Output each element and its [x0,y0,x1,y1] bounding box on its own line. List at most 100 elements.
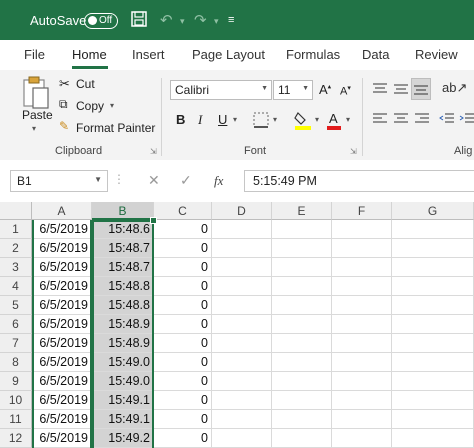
cell-d4[interactable] [212,277,272,296]
redo-dropdown-icon[interactable]: ▾ [214,16,219,27]
cell-f1[interactable] [332,220,392,239]
bold-button[interactable]: B [176,112,185,127]
row-header[interactable]: 1 [0,220,32,239]
cell-b12[interactable]: 15:49.2 [92,429,154,448]
copy-icon[interactable]: ⧉ [59,97,68,112]
select-all-button[interactable] [0,202,32,220]
row-header[interactable]: 10 [0,391,32,410]
cell-a3[interactable]: 6/5/2019 [32,258,92,277]
column-header-b[interactable]: B [92,202,154,220]
cell-b7[interactable]: 15:48.9 [92,334,154,353]
align-left-icon[interactable] [372,112,388,126]
cell-b2[interactable]: 15:48.7 [92,239,154,258]
column-header-a[interactable]: A [32,202,92,220]
cell-f11[interactable] [332,410,392,429]
cell-a7[interactable]: 6/5/2019 [32,334,92,353]
cell-c7[interactable]: 0 [154,334,212,353]
cell-e5[interactable] [272,296,332,315]
cell-a9[interactable]: 6/5/2019 [32,372,92,391]
cell-g7[interactable] [392,334,474,353]
tab-home[interactable]: Home [72,47,107,62]
row-header[interactable]: 11 [0,410,32,429]
enter-icon[interactable]: ✓ [180,172,192,189]
cell-c6[interactable]: 0 [154,315,212,334]
cell-e1[interactable] [272,220,332,239]
chevron-down-icon[interactable]: ▼ [94,175,102,184]
font-launcher-icon[interactable]: ⇲ [350,147,357,156]
cell-d7[interactable] [212,334,272,353]
cell-c5[interactable]: 0 [154,296,212,315]
cell-b5[interactable]: 15:48.8 [92,296,154,315]
cell-d2[interactable] [212,239,272,258]
cell-b4[interactable]: 15:48.8 [92,277,154,296]
italic-button[interactable]: I [198,112,202,128]
formula-input[interactable]: 5:15:49 PM [244,170,474,192]
paste-dropdown-icon[interactable]: ▾ [32,124,36,133]
cell-d12[interactable] [212,429,272,448]
cell-b8[interactable]: 15:49.0 [92,353,154,372]
tab-data[interactable]: Data [362,47,389,62]
row-header[interactable]: 3 [0,258,32,277]
cancel-icon[interactable]: ✕ [148,172,160,189]
cell-b1[interactable]: 15:48.6 [92,220,154,239]
decrease-indent-icon[interactable] [439,112,455,126]
fill-color-icon[interactable] [294,110,312,130]
paste-icon[interactable] [22,76,50,110]
cell-a11[interactable]: 6/5/2019 [32,410,92,429]
font-name-dropdown[interactable]: Calibri ▼ [170,80,272,100]
row-header[interactable]: 5 [0,296,32,315]
cell-a4[interactable]: 6/5/2019 [32,277,92,296]
row-header[interactable]: 4 [0,277,32,296]
column-header-e[interactable]: E [272,202,332,220]
row-header[interactable]: 9 [0,372,32,391]
cell-b9[interactable]: 15:49.0 [92,372,154,391]
tab-formulas[interactable]: Formulas [286,47,340,62]
cell-e3[interactable] [272,258,332,277]
cell-e10[interactable] [272,391,332,410]
cell-c2[interactable]: 0 [154,239,212,258]
cell-f6[interactable] [332,315,392,334]
cell-a6[interactable]: 6/5/2019 [32,315,92,334]
cut-icon[interactable]: ✂ [59,76,70,92]
orientation-icon[interactable]: ab↗ [442,80,467,96]
cell-d5[interactable] [212,296,272,315]
cell-d6[interactable] [212,315,272,334]
cell-b11[interactable]: 15:49.1 [92,410,154,429]
column-header-g[interactable]: G [392,202,474,220]
cell-d8[interactable] [212,353,272,372]
tab-insert[interactable]: Insert [132,47,165,62]
cell-b3[interactable]: 15:48.7 [92,258,154,277]
format-painter-button[interactable]: Format Painter [76,121,155,135]
cell-c11[interactable]: 0 [154,410,212,429]
cell-a8[interactable]: 6/5/2019 [32,353,92,372]
fill-handle[interactable] [150,217,157,224]
cell-e6[interactable] [272,315,332,334]
cell-d9[interactable] [212,372,272,391]
column-header-f[interactable]: F [332,202,392,220]
row-header[interactable]: 2 [0,239,32,258]
middle-align-icon[interactable] [393,82,409,96]
align-right-icon[interactable] [414,112,430,126]
cell-c4[interactable]: 0 [154,277,212,296]
cell-d11[interactable] [212,410,272,429]
cut-button[interactable]: Cut [76,77,95,91]
cell-f2[interactable] [332,239,392,258]
row-header[interactable]: 12 [0,429,32,448]
autosave-toggle[interactable]: Off [84,13,118,29]
cell-g1[interactable] [392,220,474,239]
cell-a10[interactable]: 6/5/2019 [32,391,92,410]
copy-button[interactable]: Copy [76,99,104,113]
underline-button[interactable]: U [218,112,227,127]
cell-f4[interactable] [332,277,392,296]
cell-g2[interactable] [392,239,474,258]
cell-c12[interactable]: 0 [154,429,212,448]
save-icon[interactable] [131,11,147,31]
cell-e9[interactable] [272,372,332,391]
increase-indent-icon[interactable] [459,112,474,126]
cell-e8[interactable] [272,353,332,372]
redo-icon[interactable]: ↷ [194,11,207,29]
cell-g12[interactable] [392,429,474,448]
cell-c8[interactable]: 0 [154,353,212,372]
bottom-align-button[interactable] [411,78,431,100]
tab-file[interactable]: File [24,47,45,62]
